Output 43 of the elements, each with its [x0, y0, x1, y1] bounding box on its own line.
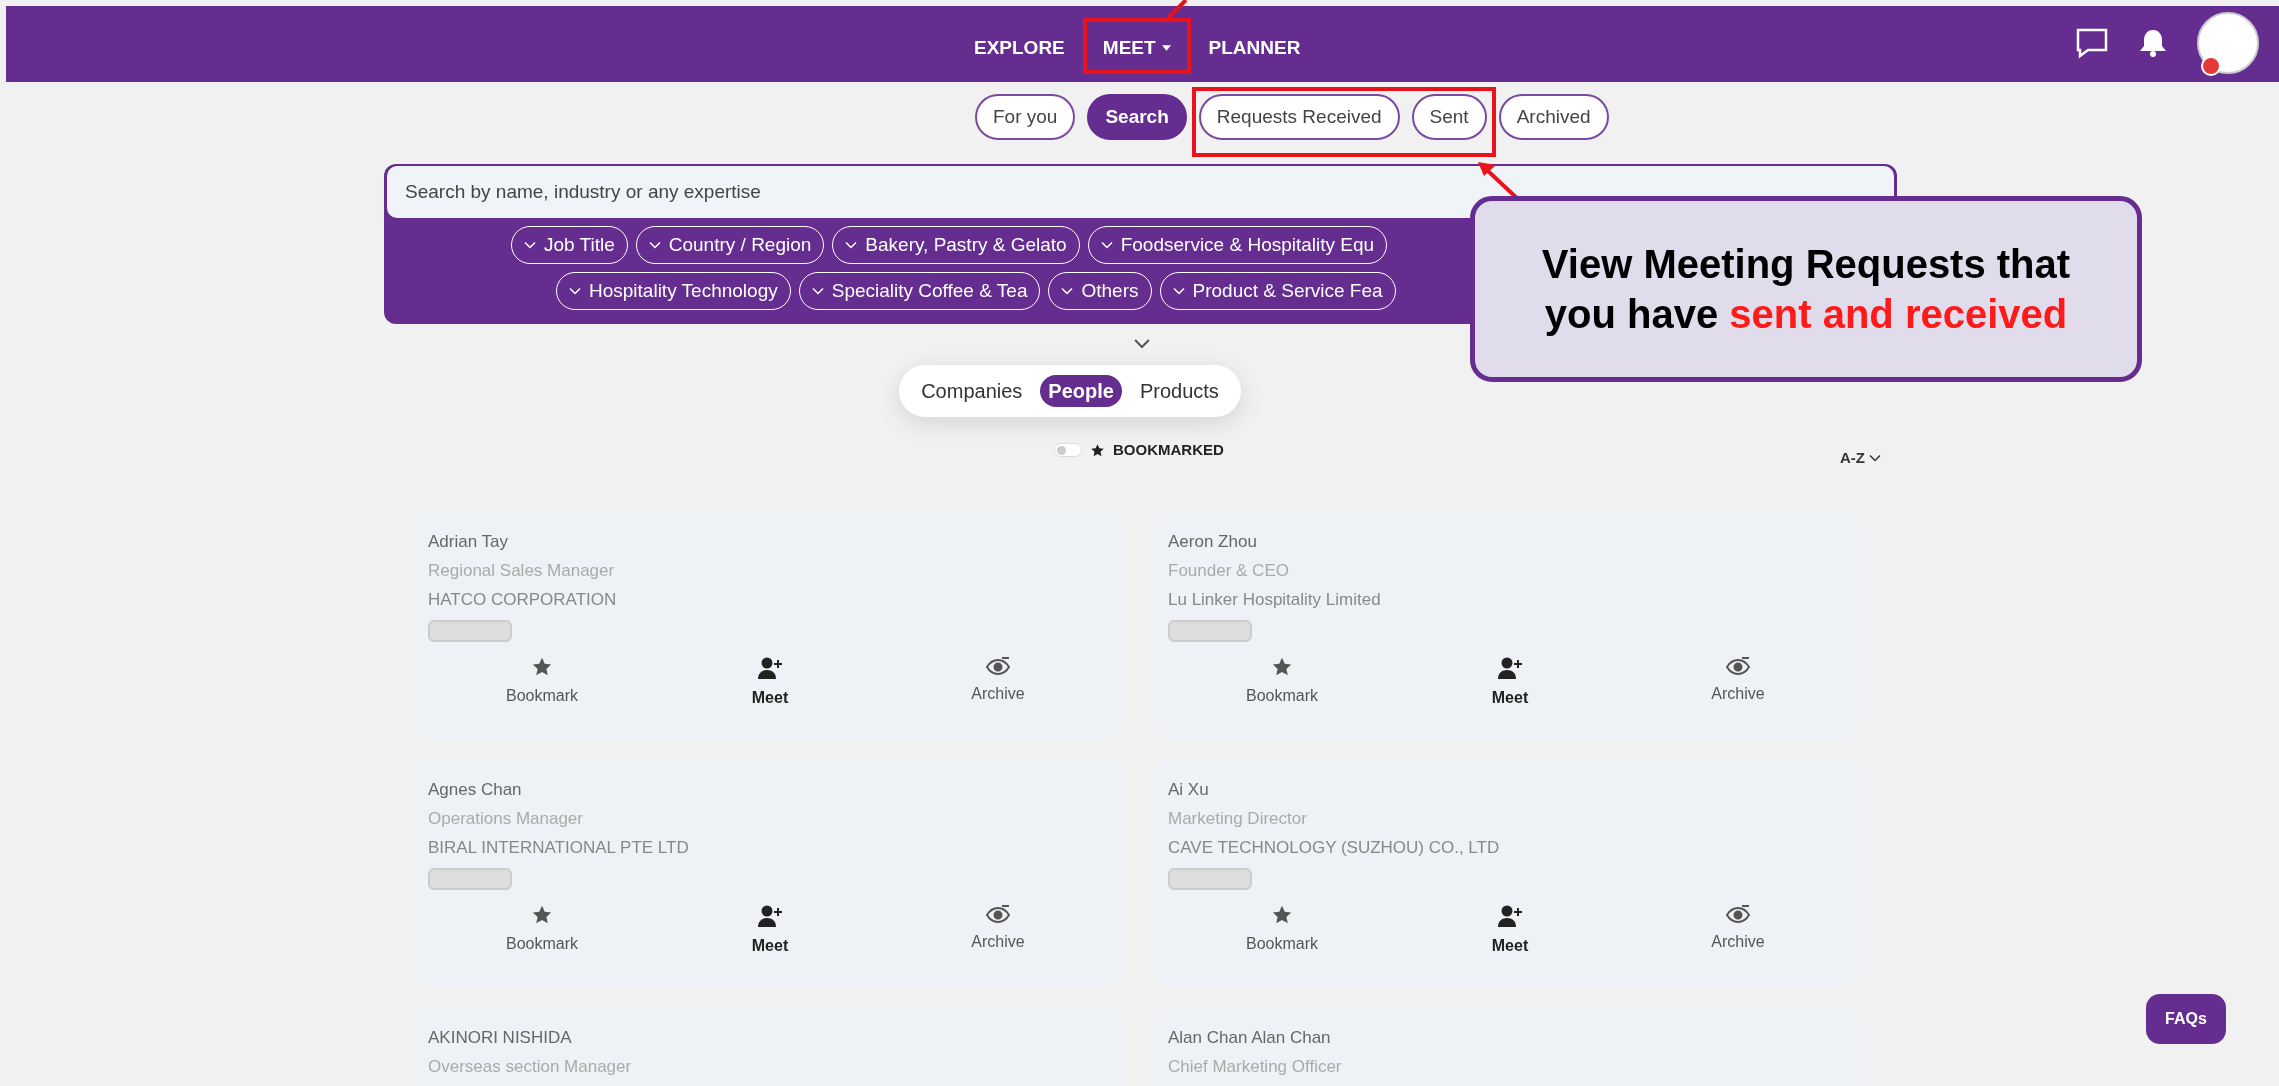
archive-button[interactable]: Archive: [1624, 904, 1852, 958]
job-title: Operations Manager: [428, 808, 584, 830]
person-name: Adrian Tay: [428, 531, 509, 553]
tab[interactable]: Archived: [1498, 94, 1609, 140]
job-title: Chief Marketing Officer: [1168, 1056, 1343, 1078]
meet-button[interactable]: Meet: [656, 904, 884, 958]
bookmark-button[interactable]: Bookmark: [428, 656, 656, 710]
archive-button[interactable]: Archive: [884, 656, 1112, 710]
segment-tab[interactable]: Products: [1131, 375, 1227, 407]
person-name: AKINORI NISHIDA: [428, 1027, 573, 1049]
meet-button[interactable]: Meet: [656, 656, 884, 710]
company-name: CAVE TECHNOLOGY (SUZHOU) CO., LTD: [1168, 837, 1501, 859]
tab[interactable]: Search: [1087, 94, 1187, 140]
person-name: Ai Xu: [1168, 779, 1210, 801]
person-name: Alan Chan Alan Chan: [1168, 1027, 1332, 1049]
person-name: Agnes Chan: [428, 779, 523, 801]
archive-button[interactable]: Archive: [884, 904, 1112, 958]
job-title: Overseas section Manager: [428, 1056, 633, 1078]
nav-link[interactable]: PLANNER: [1208, 34, 1301, 63]
bookmark-button[interactable]: Bookmark: [1168, 904, 1396, 958]
bookmark-button[interactable]: Bookmark: [428, 904, 656, 958]
archive-button[interactable]: Archive: [1624, 656, 1852, 710]
job-title: Founder & CEO: [1168, 560, 1290, 582]
tab[interactable]: Requests Received: [1198, 94, 1400, 140]
bookmark-button[interactable]: Bookmark: [1168, 656, 1396, 710]
tab[interactable]: For you: [975, 94, 1076, 140]
meet-button[interactable]: Meet: [1396, 904, 1624, 958]
company-name: Lu Linker Hospitality Limited: [1168, 589, 1382, 611]
nav-link[interactable]: MEET: [1102, 34, 1171, 63]
callout-text: View Meeting Requests that you have sent and received: [1540, 241, 2072, 338]
job-title: Marketing Director: [1168, 808, 1308, 830]
sort-dropdown[interactable]: A-Z: [1840, 447, 1881, 470]
faq-button[interactable]: FAQs: [2146, 994, 2226, 1044]
segment-tab[interactable]: Companies: [913, 375, 1031, 407]
company-name: HATCO CORPORATION: [428, 589, 618, 611]
job-title: Regional Sales Manager: [428, 560, 616, 582]
tab[interactable]: Sent: [1411, 94, 1487, 140]
meet-button[interactable]: Meet: [1396, 656, 1624, 710]
segment-tab[interactable]: People: [1040, 375, 1122, 407]
nav-link[interactable]: EXPLORE: [974, 34, 1065, 63]
company-name: BIRAL INTERNATIONAL PTE LTD: [428, 837, 690, 859]
person-name: Aeron Zhou: [1168, 531, 1258, 553]
bookmarked-label: BOOKMARKED: [1113, 440, 1224, 460]
